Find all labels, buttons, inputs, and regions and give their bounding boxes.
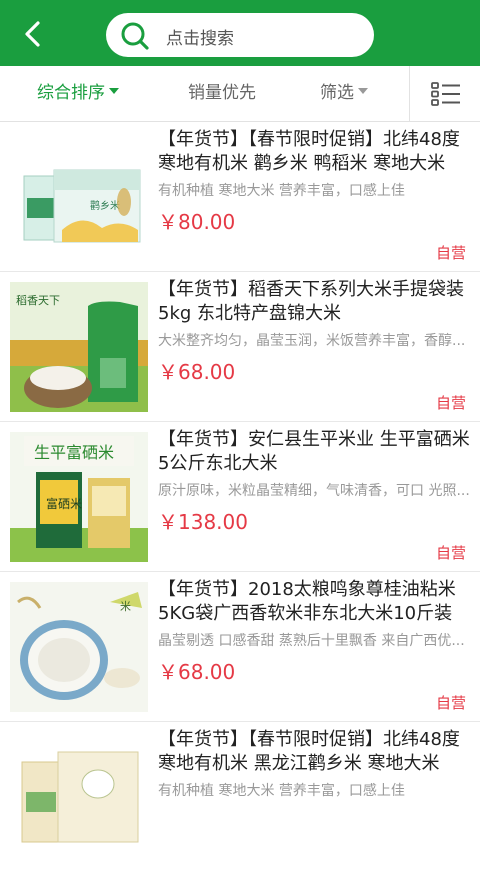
product-title: 【年货节】稻香天下系列大米手提袋装5kg 东北特产盘锦大米 — [158, 279, 464, 324]
self-operated-tag: 自营 — [435, 244, 466, 262]
product-item[interactable]: 稻香天下 【年货节】稻香天下系列大米手提袋装5kg 东北特产盘锦大米 大米整齐均… — [0, 272, 480, 422]
product-price: ￥68.00 — [158, 660, 236, 684]
list-view-icon[interactable] — [430, 80, 462, 108]
sort-comprehensive-tab[interactable]: 综合排序 — [37, 66, 119, 122]
product-desc: 晶莹剔透 口感香甜 蒸熟后十里飘香 来自广西优... — [158, 633, 465, 649]
top-bar: 点击搜索 — [0, 0, 480, 66]
product-price: ￥68.00 — [158, 360, 236, 384]
product-item[interactable]: 生平富硒米 富硒米 【年货节】安仁县生平米业 生平富硒米5公斤东北大米 原汁原味… — [0, 422, 480, 572]
filter-label: 筛选 — [320, 83, 354, 103]
product-price: ￥80.00 — [158, 210, 236, 234]
box-label: 鹳乡米 — [90, 199, 120, 212]
filter-bar: 综合排序 销量优先 筛选 — [0, 66, 480, 122]
banner-text: 生平富硒米 — [34, 444, 114, 462]
product-desc: 有机种植 寒地大米 营养丰富，口感上佳 — [158, 183, 405, 199]
self-operated-tag: 自营 — [435, 544, 466, 562]
product-title: 【年货节】【春节限时促销】北纬48度寒地有机米 鹳乡米 鸭稻米 寒地大米 — [158, 129, 460, 174]
divider — [409, 66, 410, 122]
product-image: 稻香天下 — [10, 282, 148, 412]
search-bar[interactable]: 点击搜索 — [106, 13, 374, 57]
search-icon — [121, 22, 149, 50]
search-placeholder: 点击搜索 — [166, 29, 234, 49]
product-title: 【年货节】【春节限时促销】北纬48度寒地有机米 黑龙江鹳乡米 寒地大米 — [158, 729, 460, 774]
caret-down-icon — [358, 88, 368, 94]
product-item[interactable]: 鹳乡米 【年货节】【春节限时促销】北纬48度寒地有机米 鹳乡米 鸭稻米 寒地大米… — [0, 122, 480, 272]
product-image: 生平富硒米 富硒米 — [10, 432, 148, 562]
product-price: ￥138.00 — [158, 510, 248, 534]
sort-sales-label: 销量优先 — [188, 83, 256, 103]
product-desc: 有机种植 寒地大米 营养丰富，口感上佳 — [158, 783, 405, 799]
sort-sales-tab[interactable]: 销量优先 — [188, 66, 256, 122]
product-image: 米 — [10, 582, 148, 712]
product-image — [10, 732, 148, 862]
caret-down-icon — [109, 88, 119, 94]
product-title: 【年货节】2018太粮鸣象尊桂油粘米5KG袋广西香软米非东北大米10斤装 — [158, 579, 456, 624]
filter-tab[interactable]: 筛选 — [320, 66, 368, 122]
back-arrow-icon[interactable] — [18, 18, 50, 50]
product-item[interactable]: 【年货节】【春节限时促销】北纬48度寒地有机米 黑龙江鹳乡米 寒地大米 有机种植… — [0, 722, 480, 872]
product-title: 【年货节】安仁县生平米业 生平富硒米5公斤东北大米 — [158, 429, 470, 474]
self-operated-tag: 自营 — [435, 694, 466, 712]
corner-label: 米 — [120, 600, 131, 613]
product-desc: 原汁原味，米粒晶莹精细，气味清香，可口 光照... — [158, 483, 470, 499]
product-item[interactable]: 米 【年货节】2018太粮鸣象尊桂油粘米5KG袋广西香软米非东北大米10斤装 晶… — [0, 572, 480, 722]
product-image: 鹳乡米 — [10, 132, 148, 262]
sort-comprehensive-label: 综合排序 — [37, 83, 105, 103]
brand-logo-text: 稻香天下 — [16, 294, 60, 307]
product-desc: 大米整齐均匀，晶莹玉润，米饭营养丰富，香醇... — [158, 333, 466, 349]
self-operated-tag: 自营 — [435, 394, 466, 412]
bag-label: 富硒米 — [46, 496, 82, 511]
